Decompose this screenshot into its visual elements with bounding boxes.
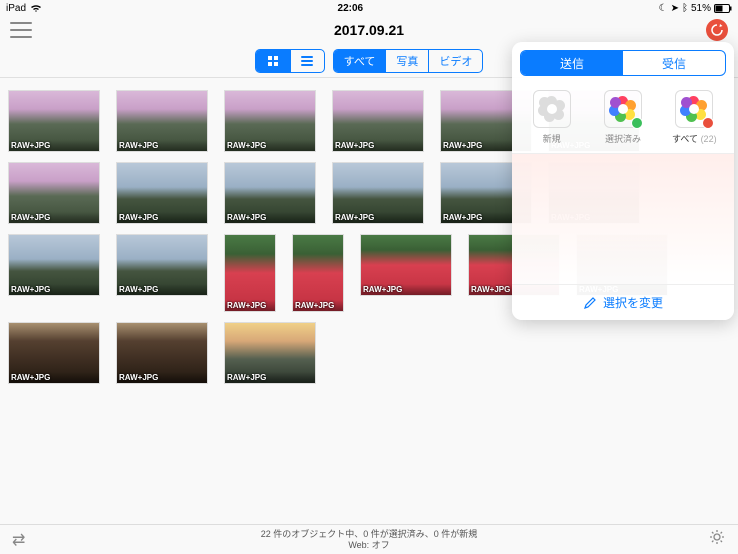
status-time: 22:06 — [42, 3, 659, 14]
format-badge: RAW+JPG — [293, 300, 343, 311]
photo-thumbnail[interactable]: RAW+JPG — [292, 234, 344, 312]
photo-thumbnail[interactable]: RAW+JPG — [116, 90, 208, 152]
photo-thumbnail[interactable]: RAW+JPG — [224, 234, 276, 312]
format-badge: RAW+JPG — [361, 284, 451, 295]
photo-thumbnail[interactable]: RAW+JPG — [116, 162, 208, 224]
status-bar: iPad 22:06 ☾ ➤ ᛒ 51% — [0, 0, 738, 16]
filter-video[interactable]: ビデオ — [428, 50, 482, 72]
photo-thumbnail[interactable]: RAW+JPG — [8, 90, 100, 152]
format-badge: RAW+JPG — [225, 212, 315, 223]
option-all-label: すべて (22) — [672, 132, 717, 145]
grid-icon — [268, 56, 278, 66]
tab-receive[interactable]: 受信 — [623, 51, 725, 75]
battery-icon — [714, 4, 732, 13]
photo-thumbnail[interactable]: RAW+JPG — [332, 162, 424, 224]
photo-thumbnail[interactable]: RAW+JPG — [8, 234, 100, 296]
pencil-icon — [583, 296, 597, 310]
format-badge: RAW+JPG — [117, 372, 207, 383]
tab-send[interactable]: 送信 — [521, 51, 623, 75]
format-badge: RAW+JPG — [9, 140, 99, 151]
transfer-popover: 送信 受信 新規 選択済み すべて (22) 選択を変更 — [512, 42, 734, 320]
location-icon: ➤ — [671, 3, 679, 14]
filter-all[interactable]: すべて — [334, 50, 386, 72]
format-badge: RAW+JPG — [225, 300, 275, 311]
gear-icon — [708, 528, 726, 546]
format-badge: RAW+JPG — [333, 212, 423, 223]
popover-options: 新規 選択済み すべて (22) — [512, 84, 734, 154]
settings-button[interactable] — [708, 528, 726, 551]
photo-thumbnail[interactable]: RAW+JPG — [8, 322, 100, 384]
filter-photo[interactable]: 写真 — [385, 50, 428, 72]
sync-button[interactable] — [706, 19, 728, 41]
format-badge: RAW+JPG — [9, 212, 99, 223]
change-selection-label: 選択を変更 — [603, 294, 663, 311]
format-badge: RAW+JPG — [9, 284, 99, 295]
device-label: iPad — [6, 3, 26, 14]
format-badge: RAW+JPG — [117, 140, 207, 151]
photo-thumbnail[interactable]: RAW+JPG — [332, 90, 424, 152]
format-badge: RAW+JPG — [225, 372, 315, 383]
photo-thumbnail[interactable]: RAW+JPG — [116, 234, 208, 296]
back-forward-button[interactable]: ⇄ — [12, 530, 25, 550]
popover-tabs: 送信 受信 — [520, 50, 726, 76]
footer-line1: 22 件のオブジェクト中、0 件が選択済み、0 件が新規 — [261, 529, 478, 540]
footer-status: 22 件のオブジェクト中、0 件が選択済み、0 件が新規 Web: オフ — [261, 529, 478, 551]
menu-button[interactable] — [10, 22, 32, 38]
option-all[interactable]: すべて (22) — [664, 90, 724, 145]
format-badge: RAW+JPG — [9, 372, 99, 383]
photo-thumbnail[interactable]: RAW+JPG — [8, 162, 100, 224]
footer-bar: ⇄ 22 件のオブジェクト中、0 件が選択済み、0 件が新規 Web: オフ — [0, 524, 738, 554]
photo-thumbnail[interactable]: RAW+JPG — [224, 90, 316, 152]
popover-body — [512, 154, 734, 284]
option-new[interactable]: 新規 — [522, 90, 582, 145]
view-mode-segment — [255, 49, 325, 73]
photo-thumbnail[interactable]: RAW+JPG — [360, 234, 452, 296]
photo-thumbnail[interactable]: RAW+JPG — [116, 322, 208, 384]
wifi-icon — [30, 3, 42, 13]
photo-thumbnail[interactable]: RAW+JPG — [224, 322, 316, 384]
badge-icon — [702, 117, 714, 129]
grid-view-button[interactable] — [256, 50, 290, 72]
battery-percent: 51% — [691, 3, 711, 14]
format-badge: RAW+JPG — [333, 140, 423, 151]
option-new-label: 新規 — [543, 132, 561, 145]
format-badge: RAW+JPG — [117, 284, 207, 295]
photo-thumbnail[interactable]: RAW+JPG — [224, 162, 316, 224]
bluetooth-icon: ᛒ — [682, 3, 688, 14]
format-badge: RAW+JPG — [225, 140, 315, 151]
dnd-icon: ☾ — [659, 3, 668, 14]
page-title: 2017.09.21 — [334, 22, 404, 38]
list-view-button[interactable] — [290, 50, 324, 72]
footer-line2: Web: オフ — [261, 540, 478, 551]
option-selected[interactable]: 選択済み — [593, 90, 653, 145]
change-selection-button[interactable]: 選択を変更 — [512, 284, 734, 320]
filter-segment: すべて 写真 ビデオ — [333, 49, 484, 73]
nav-bar: 2017.09.21 — [0, 16, 738, 44]
option-selected-label: 選択済み — [605, 132, 641, 145]
format-badge: RAW+JPG — [117, 212, 207, 223]
list-icon — [301, 56, 313, 66]
checkmark-icon — [631, 117, 643, 129]
